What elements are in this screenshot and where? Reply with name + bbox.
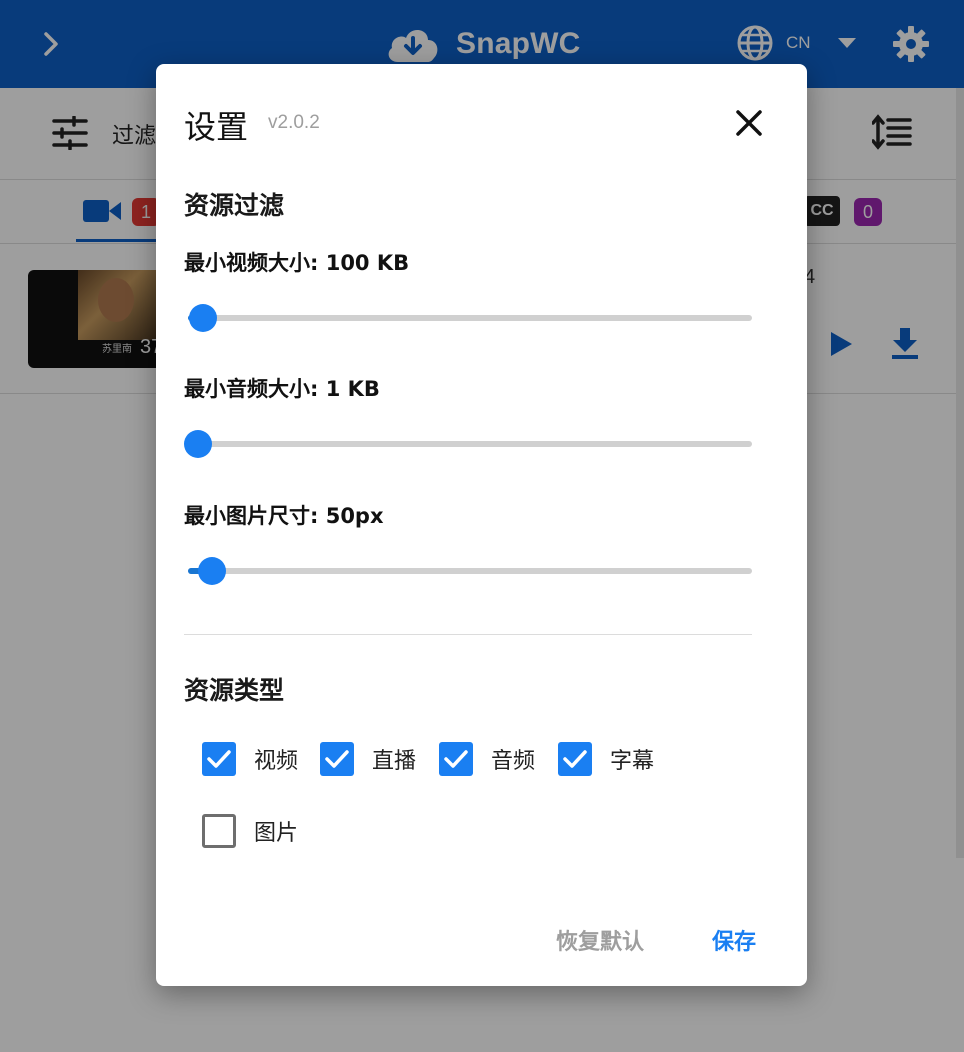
close-icon[interactable] [730,104,768,142]
min-audio-size-label: 最小音频大小: 1 KB [184,377,380,401]
dialog-title: 设置 [184,108,249,146]
checkbox-subtitle[interactable]: 字幕 [558,742,654,776]
section-divider [184,634,752,635]
save-button[interactable]: 保存 [712,924,756,956]
check-icon [444,750,468,768]
type-section-title: 资源类型 [184,676,285,705]
min-image-size-slider[interactable] [184,557,752,585]
slider-track[interactable] [188,315,752,321]
checkbox-image[interactable]: 图片 [202,814,298,848]
slider-track[interactable] [188,568,752,574]
slider-thumb[interactable] [197,557,226,585]
min-audio-size-slider[interactable] [184,430,752,458]
checkbox-audio[interactable]: 音频 [439,742,535,776]
reset-defaults-button[interactable]: 恢复默认 [556,924,644,956]
version-label: v2.0.2 [268,112,320,133]
checkbox-box[interactable] [439,742,473,776]
check-icon [207,750,231,768]
checkbox-label: 视频 [254,749,299,774]
min-image-size-label: 最小图片尺寸: 50px [184,504,384,528]
filter-section-title: 资源过滤 [184,191,285,220]
slider-track[interactable] [188,441,752,447]
min-video-size-slider[interactable] [184,304,752,332]
checkbox-box[interactable] [558,742,592,776]
slider-thumb[interactable] [184,430,212,458]
settings-dialog: 设置 v2.0.2 资源过滤 最小视频大小: 100 KB 最小音频大小: 1 … [156,64,807,986]
checkbox-live[interactable]: 直播 [320,742,416,776]
checkbox-box[interactable] [320,742,354,776]
checkbox-label: 音频 [491,749,536,774]
checkbox-box[interactable] [202,814,236,848]
checkbox-label: 图片 [254,821,299,846]
checkbox-label: 直播 [372,749,417,774]
checkbox-label: 字幕 [610,749,655,774]
check-icon [563,750,587,768]
slider-thumb[interactable] [189,304,218,332]
min-video-size-label: 最小视频大小: 100 KB [184,251,410,275]
check-icon [325,750,349,768]
checkbox-video[interactable]: 视频 [202,742,298,776]
checkbox-box[interactable] [202,742,236,776]
